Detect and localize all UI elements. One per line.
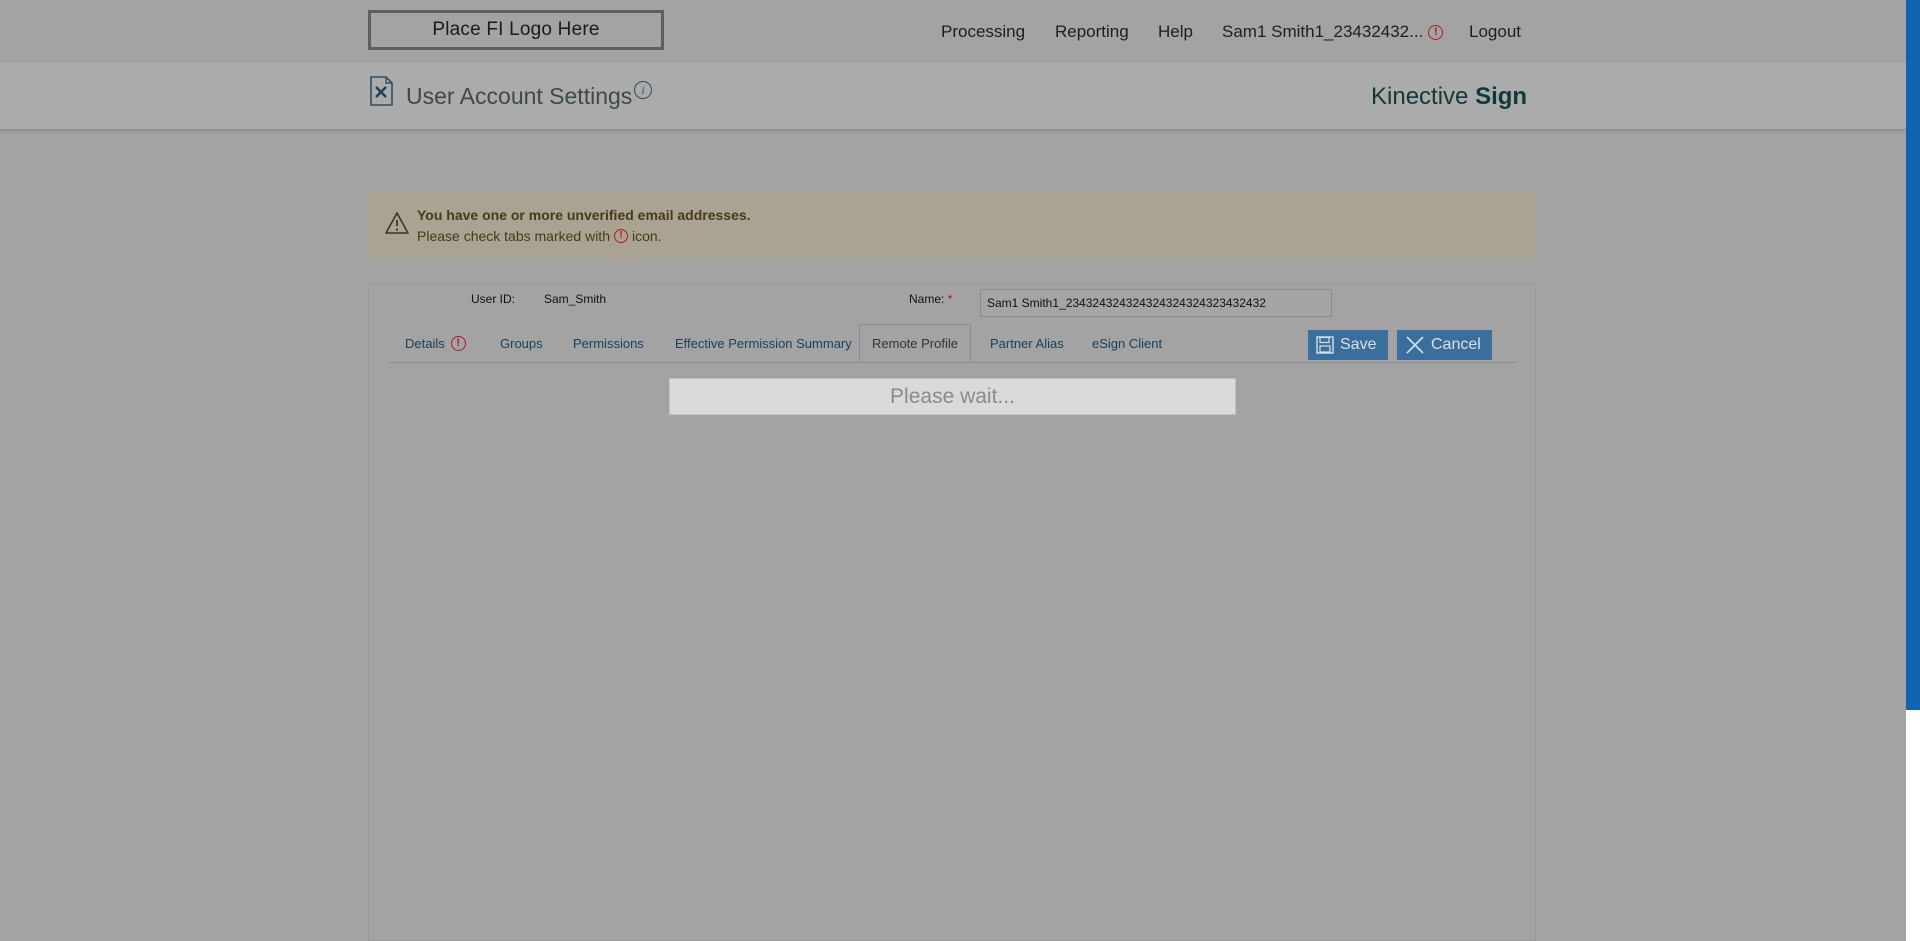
error-icon: !	[1428, 24, 1444, 40]
alert-title: You have one or more unverified email ad…	[417, 207, 751, 223]
tab-strip-divider	[389, 362, 1517, 363]
user-id-label: User ID:	[471, 292, 516, 306]
alert-message-start: Please check tabs marked with	[417, 228, 610, 244]
tab-esign-client[interactable]: eSign Client	[1082, 324, 1172, 362]
document-settings-icon	[370, 76, 393, 106]
unverified-email-alert: You have one or more unverified email ad…	[368, 191, 1536, 261]
nav-reporting-link[interactable]: Reporting	[1055, 22, 1129, 42]
top-bar: Place FI Logo Here Processing Reporting …	[0, 0, 1906, 62]
tab-partner-alias[interactable]: Partner Alias	[980, 324, 1074, 362]
tab-details-label: Details	[405, 335, 445, 351]
cancel-button-label: Cancel	[1431, 336, 1481, 353]
cancel-button[interactable]: Cancel	[1397, 330, 1492, 360]
floppy-disk-icon	[1316, 336, 1334, 354]
close-icon	[1406, 336, 1424, 354]
user-id-value: Sam_Smith	[544, 292, 607, 306]
right-edge-blank	[1906, 710, 1920, 941]
tab-details[interactable]: Details !	[395, 324, 476, 362]
nav-user-name: Sam1 Smith1_23432432...	[1222, 22, 1424, 41]
tab-effective-permission-summary[interactable]: Effective Permission Summary	[665, 324, 862, 362]
tab-permissions[interactable]: Permissions	[563, 324, 654, 362]
brand-bold-text: Sign	[1475, 83, 1528, 110]
tab-groups[interactable]: Groups	[490, 324, 553, 362]
brand-light-text: Kinective	[1371, 83, 1476, 110]
name-label-text: Name:	[909, 292, 945, 306]
save-button[interactable]: Save	[1308, 330, 1388, 360]
error-icon: !	[613, 229, 628, 243]
page-title: User Account Settings	[406, 83, 633, 109]
required-marker: *	[947, 292, 953, 306]
name-input[interactable]	[980, 289, 1332, 317]
save-button-label: Save	[1340, 336, 1377, 353]
nav-help-link[interactable]: Help	[1158, 22, 1193, 42]
right-edge-accent	[1906, 0, 1920, 710]
info-icon[interactable]: i	[634, 81, 652, 99]
nav-processing-link[interactable]: Processing	[941, 22, 1025, 42]
tab-remote-profile[interactable]: Remote Profile	[859, 324, 971, 362]
nav-user-menu[interactable]: Sam1 Smith1_23432432... !	[1222, 22, 1444, 42]
alert-message: Please check tabs marked with ! icon.	[417, 228, 662, 244]
fi-logo-placeholder: Place FI Logo Here	[368, 10, 664, 50]
brand-logo: Kinective Sign	[1371, 83, 1527, 111]
nav-logout-link[interactable]: Logout	[1469, 22, 1521, 42]
loading-indicator: Please wait...	[669, 378, 1236, 415]
error-icon: !	[450, 335, 466, 351]
alert-message-end: icon.	[631, 228, 662, 244]
page-header	[0, 62, 1906, 129]
name-label: Name: *	[909, 292, 952, 306]
warning-icon	[385, 212, 409, 234]
